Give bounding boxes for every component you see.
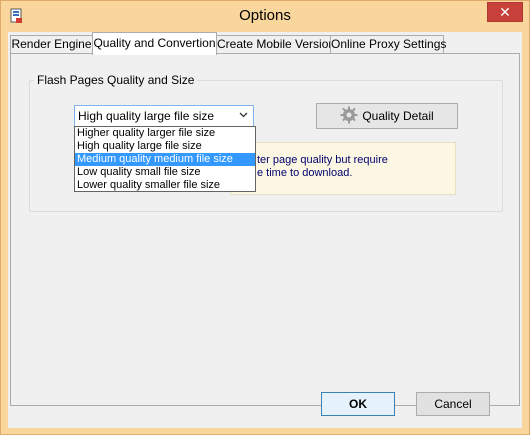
option-higher-quality[interactable]: Higher quality larger file size [75,127,255,140]
option-medium-quality[interactable]: Medium quality medium file size [75,153,255,166]
title-bar[interactable]: Options ✕ [1,1,529,32]
tab-quality-and-convertion[interactable]: Quality and Convertion [92,32,217,55]
quality-info-text: ter page quality but require e time to d… [257,154,452,180]
gear-icon [340,106,358,127]
options-window: Options ✕ Render Engine Quality and Conv… [0,0,530,435]
option-low-quality[interactable]: Low quality small file size [75,166,255,179]
tab-panel-quality: Flash Pages Quality and Size High qualit… [10,53,520,406]
close-button[interactable]: ✕ [487,2,523,22]
tab-strip: Render Engine Quality and Convertion Cre… [8,32,522,55]
quality-dropdown-list: Higher quality larger file size High qua… [74,126,256,192]
quality-select-value: High quality large file size [78,109,215,123]
info-line-2: e time to download. [257,167,353,179]
chevron-down-icon[interactable] [237,106,249,126]
tab-online-proxy-settings[interactable]: Online Proxy Settings [330,35,446,54]
close-icon: ✕ [499,3,511,20]
tab-create-mobile-version[interactable]: Create Mobile Version [216,35,335,54]
flash-quality-group: Flash Pages Quality and Size High qualit… [29,73,503,212]
quality-detail-label: Quality Detail [362,109,434,123]
dialog-client-area: Render Engine Quality and Convertion Cre… [8,32,522,428]
tab-render-engine[interactable]: Render Engine [10,35,93,54]
quality-info-panel: ter page quality but require e time to d… [230,142,456,195]
quality-select[interactable]: High quality large file size [74,105,254,127]
ok-button[interactable]: OK [321,392,395,416]
quality-detail-button[interactable]: Quality Detail [316,103,458,129]
info-line-1: ter page quality but require [257,154,388,166]
option-high-quality[interactable]: High quality large file size [75,140,255,153]
window-title: Options [239,7,291,24]
option-lower-quality[interactable]: Lower quality smaller file size [75,179,255,192]
cancel-button[interactable]: Cancel [416,392,490,416]
group-title: Flash Pages Quality and Size [34,73,198,87]
